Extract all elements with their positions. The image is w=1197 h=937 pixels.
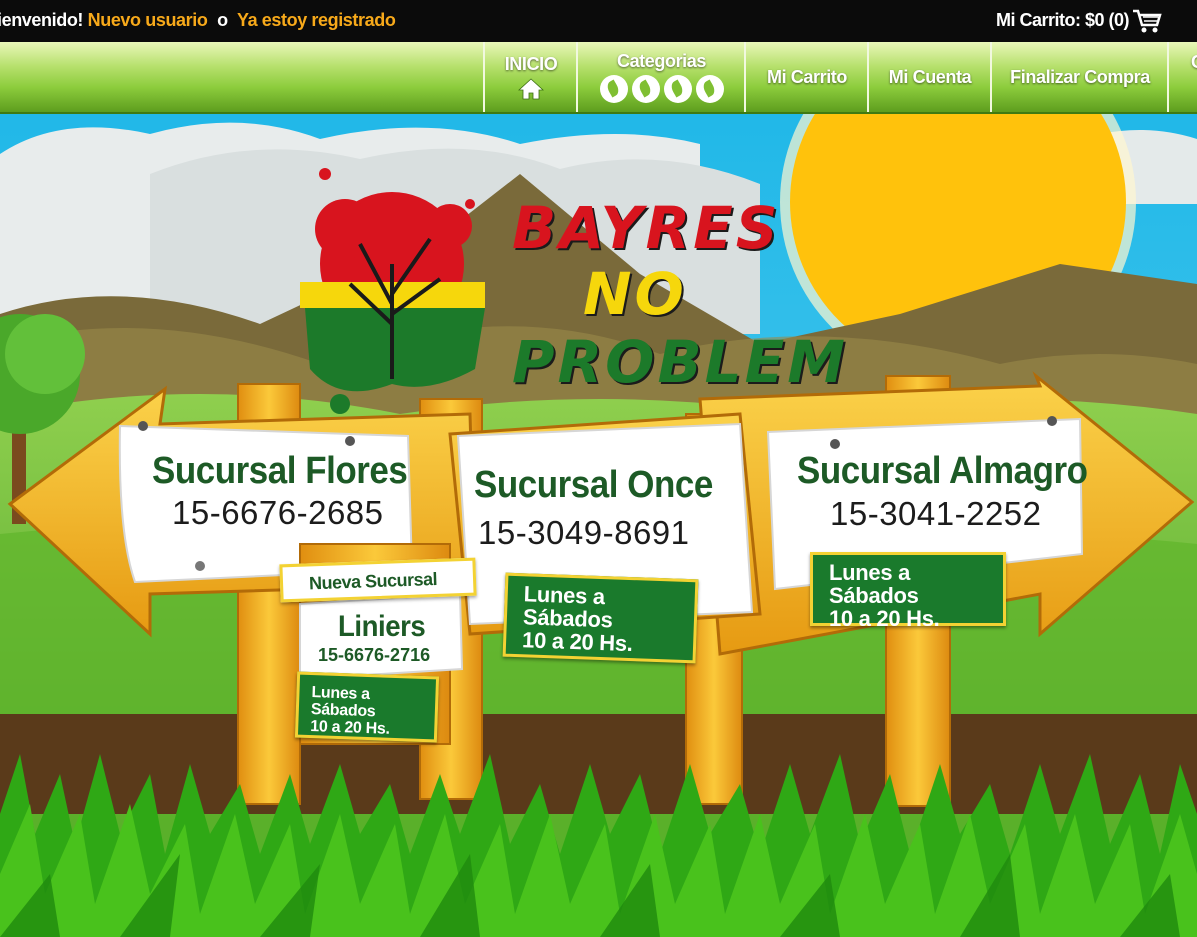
leaf-icon[interactable] — [631, 75, 660, 103]
shopping-cart-icon — [1133, 9, 1162, 33]
nav-categories[interactable]: Categorias — [576, 42, 745, 112]
registered-link[interactable]: Ya estoy registrado — [237, 10, 396, 30]
nav-partial-label: C — [1191, 52, 1197, 73]
nav-checkout[interactable]: Finalizar Compra — [990, 42, 1168, 112]
top-bar: ienvenido! Nuevo usuario o Ya estoy regi… — [0, 0, 1197, 42]
main-navigation: INICIO Categorias Mi Carrito Mi Cuenta F… — [0, 42, 1197, 114]
branch-once-hours: Lunes a Sábados 10 a 20 Hs. — [502, 572, 699, 664]
branch-almagro-hours-days: Lunes a Sábados — [829, 560, 919, 609]
nav-categories-label: Categorias — [616, 51, 707, 71]
nav-home[interactable]: INICIO — [483, 42, 577, 112]
nav-my-cart[interactable]: Mi Carrito — [744, 42, 868, 112]
nav-home-label: INICIO — [504, 54, 558, 74]
nav-my-cart-label: Mi Carrito — [766, 66, 847, 87]
or-text: o — [217, 10, 228, 30]
new-branch-tag-label: Nueva Sucursal — [308, 568, 438, 594]
leaf-icon[interactable] — [599, 75, 628, 103]
nav-my-account-label: Mi Cuenta — [888, 66, 972, 87]
leaf-icon[interactable] — [663, 75, 692, 103]
new-user-link[interactable]: Nuevo usuario — [88, 10, 208, 30]
logo-line-2: NO — [583, 260, 687, 328]
new-branch-hours-time: 10 a 20 Hs. — [310, 717, 390, 738]
hero-banner: BAYRES NO PROBLEM Sucursal Flores 15-667… — [0, 114, 1197, 937]
new-branch-hours-days: Lunes a Sábados — [310, 684, 376, 721]
new-branch-tag: Nueva Sucursal — [279, 557, 477, 603]
branch-almagro-hours: Lunes a Sábados 10 a 20 Hs. — [810, 552, 1006, 630]
branch-once-phone: 15-3049-8691 — [478, 514, 690, 551]
mini-cart-label: Mi Carrito: $0 (0) — [995, 10, 1130, 30]
branch-almagro-phone: 15-3041-2252 — [830, 495, 1042, 532]
nav-my-account[interactable]: Mi Cuenta — [867, 42, 991, 112]
welcome-message: ienvenido! Nuevo usuario o Ya estoy regi… — [0, 10, 396, 31]
new-branch-name: Liniers — [338, 610, 426, 643]
nav-item-partial[interactable]: C — [1167, 42, 1197, 112]
logo-line-1: BAYRES — [512, 194, 781, 262]
new-branch-hours: Lunes a Sábados 10 a 20 Hs. — [294, 671, 440, 743]
new-branch-phone: 15-6676-2716 — [318, 645, 431, 665]
logo-line-3: PROBLEM — [512, 328, 848, 396]
nav-checkout-label: Finalizar Compra — [1010, 66, 1150, 87]
home-icon — [517, 78, 544, 100]
welcome-text: ienvenido! — [0, 10, 84, 30]
branch-almagro-name: Sucursal Almagro — [797, 450, 1088, 492]
branch-once-hours-time: 10 a 20 Hs. — [521, 627, 634, 657]
branch-flores-phone: 15-6676-2685 — [172, 494, 384, 531]
branch-flores-name: Sucursal Flores — [152, 450, 408, 492]
branch-almagro-hours-time: 10 a 20 Hs. — [829, 606, 940, 632]
branch-once-hours-days: Lunes a Sábados — [522, 581, 613, 633]
category-icons — [599, 75, 724, 103]
mini-cart-link[interactable]: Mi Carrito: $0 (0) — [995, 9, 1162, 33]
leaf-icon[interactable] — [695, 75, 724, 103]
branch-once-name: Sucursal Once — [474, 464, 713, 506]
